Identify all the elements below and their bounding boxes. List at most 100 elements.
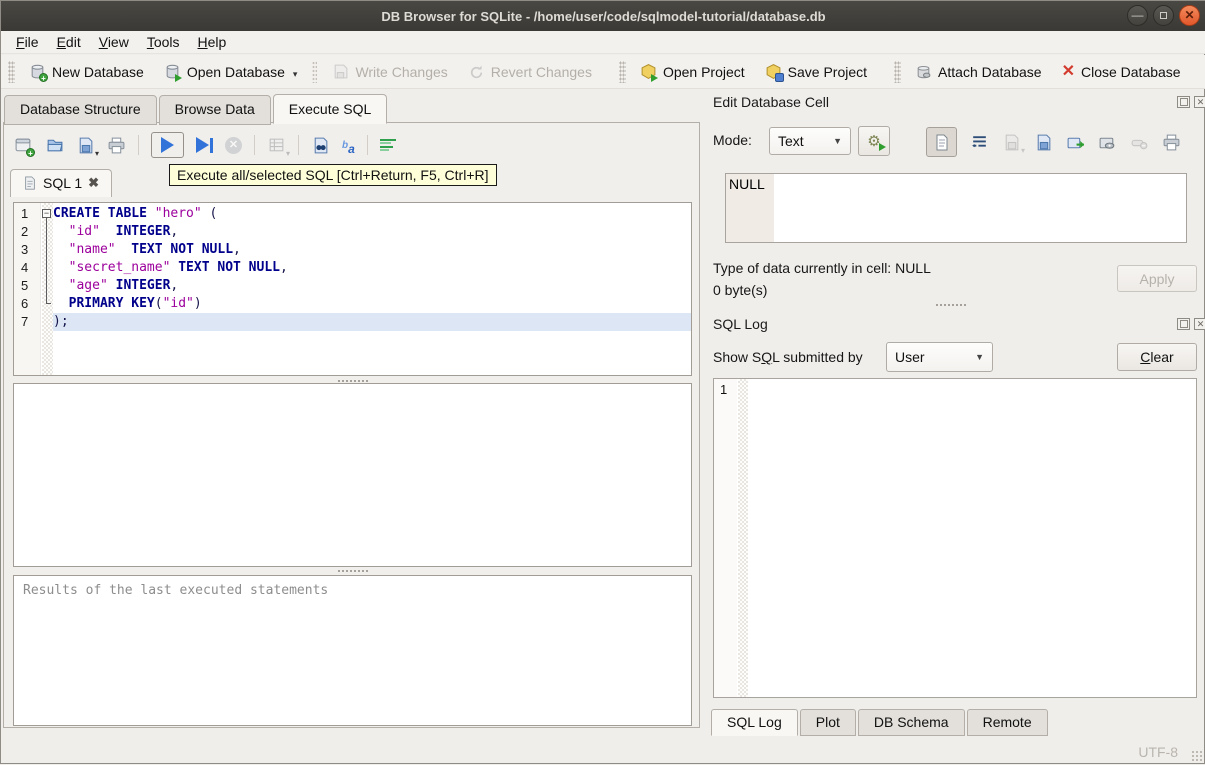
sql-log-view[interactable]: 1 (713, 378, 1197, 698)
tab-execute-sql[interactable]: Execute SQL (272, 94, 388, 124)
dock-float-icon[interactable] (1177, 318, 1190, 330)
menu-item-view[interactable]: View (90, 32, 138, 52)
code-text: ); (53, 313, 691, 331)
minimize-icon[interactable]: — (1127, 5, 1148, 26)
maximize-icon[interactable] (1153, 5, 1174, 26)
log-filter-select[interactable]: User ▼ (886, 342, 993, 372)
cell-value-editor[interactable]: NULL (725, 173, 1187, 243)
find-icon[interactable] (311, 136, 330, 155)
window-title: DB Browser for SQLite - /home/user/code/… (381, 8, 826, 24)
bottom-tab-remote[interactable]: Remote (966, 709, 1048, 736)
code-text: "secret_name" TEXT NOT NULL, (68, 260, 288, 275)
attach-database-button[interactable]: Attach Database (906, 59, 1051, 84)
tab-database-structure[interactable]: Database Structure (4, 95, 157, 125)
results-message-pane[interactable]: Results of the last executed statements (13, 575, 692, 726)
export-data-icon[interactable] (1034, 133, 1053, 152)
bottom-tab-db-schema[interactable]: DB Schema (857, 709, 965, 736)
open-database-dropdown-icon[interactable]: ▾ (293, 69, 298, 80)
code-line[interactable]: 7); (14, 313, 691, 331)
set-null-icon[interactable] (1130, 133, 1149, 152)
mode-value: Text (778, 133, 804, 149)
bottom-tab-sql-log[interactable]: SQL Log (711, 709, 798, 736)
main-tab-bar: Database Structure Browse Data Execute SQL (4, 94, 389, 125)
toolbar-drag-handle[interactable] (8, 60, 15, 83)
encoding-indicator[interactable]: UTF-8 (1138, 744, 1178, 760)
code-line[interactable]: 4 "secret_name" TEXT NOT NULL, (14, 259, 691, 277)
code-line[interactable]: 1− CREATE TABLE "hero" ( (14, 205, 691, 224)
chevron-down-icon: ▼ (975, 352, 984, 362)
close-sql-tab-icon[interactable]: ✖ (88, 175, 99, 191)
line-number: 1 (21, 206, 29, 221)
resize-grip-icon[interactable] (1191, 750, 1203, 762)
stop-execution-icon[interactable]: ✕ (225, 136, 242, 154)
mode-select[interactable]: Text ▼ (769, 127, 851, 155)
dock-close-icon[interactable]: ✕ (1194, 318, 1205, 330)
fold-marker (41, 277, 53, 295)
word-wrap-icon[interactable] (970, 133, 989, 152)
execute-current-line-icon[interactable] (196, 136, 213, 155)
import-data-icon[interactable]: ▾ (1002, 133, 1025, 155)
auto-switch-mode-button[interactable]: ⚙ (858, 126, 890, 156)
close-database-label: Close Database (1080, 63, 1181, 80)
replace-icon[interactable]: ba (342, 136, 355, 156)
code-line[interactable]: 3 "name" TEXT NOT NULL, (14, 241, 691, 259)
line-number: 4 (21, 260, 29, 275)
open-url-icon[interactable] (1098, 133, 1117, 152)
save-sql-file-icon[interactable]: ▾ (76, 136, 99, 158)
open-sql-file-icon[interactable] (45, 136, 64, 155)
sql-document-icon (23, 175, 37, 191)
sql-editor-toolbar: + ▾ ✕ ▾ ba (14, 129, 396, 161)
menu-item-tools[interactable]: Tools (138, 32, 189, 52)
open-project-button[interactable]: Open Project (631, 59, 754, 84)
toolbar-drag-handle[interactable] (894, 60, 902, 83)
new-sql-tab-icon[interactable]: + (14, 136, 35, 158)
menu-item-help[interactable]: Help (189, 32, 236, 52)
close-icon[interactable]: ✕ (1179, 5, 1200, 26)
toolbar-separator (138, 135, 139, 155)
code-line[interactable]: 6 PRIMARY KEY("id") (14, 295, 691, 313)
new-database-label: New Database (52, 63, 144, 80)
text-view-toggle[interactable] (926, 127, 957, 157)
dock-close-icon[interactable]: ✕ (1194, 96, 1205, 108)
clear-log-button[interactable]: Clear (1117, 343, 1197, 371)
close-database-button[interactable]: ✕ Close Database (1053, 59, 1190, 84)
log-filter-label: Show SQL submitted by (713, 349, 863, 365)
execute-all-button[interactable] (151, 132, 184, 158)
code-line[interactable]: 5 "age" INTEGER, (14, 277, 691, 295)
title-bar[interactable]: DB Browser for SQLite - /home/user/code/… (1, 1, 1205, 31)
edit-cell-title: Edit Database Cell (713, 94, 829, 110)
format-sql-icon[interactable] (379, 138, 396, 152)
revert-changes-button[interactable]: Revert Changes (459, 59, 601, 84)
line-number: 3 (21, 242, 29, 257)
results-grid-pane (13, 383, 692, 567)
open-in-external-icon[interactable] (1066, 133, 1085, 152)
print-cell-icon[interactable] (1162, 133, 1181, 152)
dock-float-icon[interactable] (1177, 96, 1190, 108)
save-results-icon[interactable]: ▾ (267, 136, 290, 158)
new-database-button[interactable]: + New Database (20, 59, 153, 84)
cell-size-info: 0 byte(s) (713, 282, 768, 298)
fold-marker (41, 295, 53, 313)
open-database-button[interactable]: Open Database ▾ (155, 59, 307, 84)
tab-browse-data[interactable]: Browse Data (158, 95, 271, 125)
bottom-tab-plot[interactable]: Plot (799, 709, 856, 736)
write-changes-button[interactable]: Write Changes (323, 59, 456, 84)
code-line[interactable]: 2 "id" INTEGER, (14, 223, 691, 241)
code-text: PRIMARY KEY("id") (68, 296, 202, 311)
mode-label: Mode: (713, 132, 752, 148)
fold-marker[interactable]: − (41, 205, 53, 224)
menu-bar: File Edit View Tools Help (1, 31, 1205, 54)
sql-document-tab-label: SQL 1 (43, 175, 83, 191)
menu-item-file[interactable]: File (7, 32, 48, 52)
toolbar-drag-handle[interactable] (618, 60, 626, 83)
code-editor[interactable]: 1− CREATE TABLE "hero" (2 "id" INTEGER, 3 … (13, 202, 692, 376)
menu-item-edit[interactable]: Edit (48, 32, 90, 52)
revert-changes-label: Revert Changes (490, 63, 592, 80)
apply-button[interactable]: Apply (1117, 265, 1197, 292)
line-number: 2 (21, 224, 29, 239)
save-project-button[interactable]: Save Project (756, 59, 876, 84)
splitter-handle[interactable] (761, 301, 1141, 308)
sql-document-tab[interactable]: SQL 1 ✖ (10, 169, 113, 197)
print-icon[interactable] (107, 136, 126, 155)
splitter-handle[interactable] (13, 567, 692, 574)
